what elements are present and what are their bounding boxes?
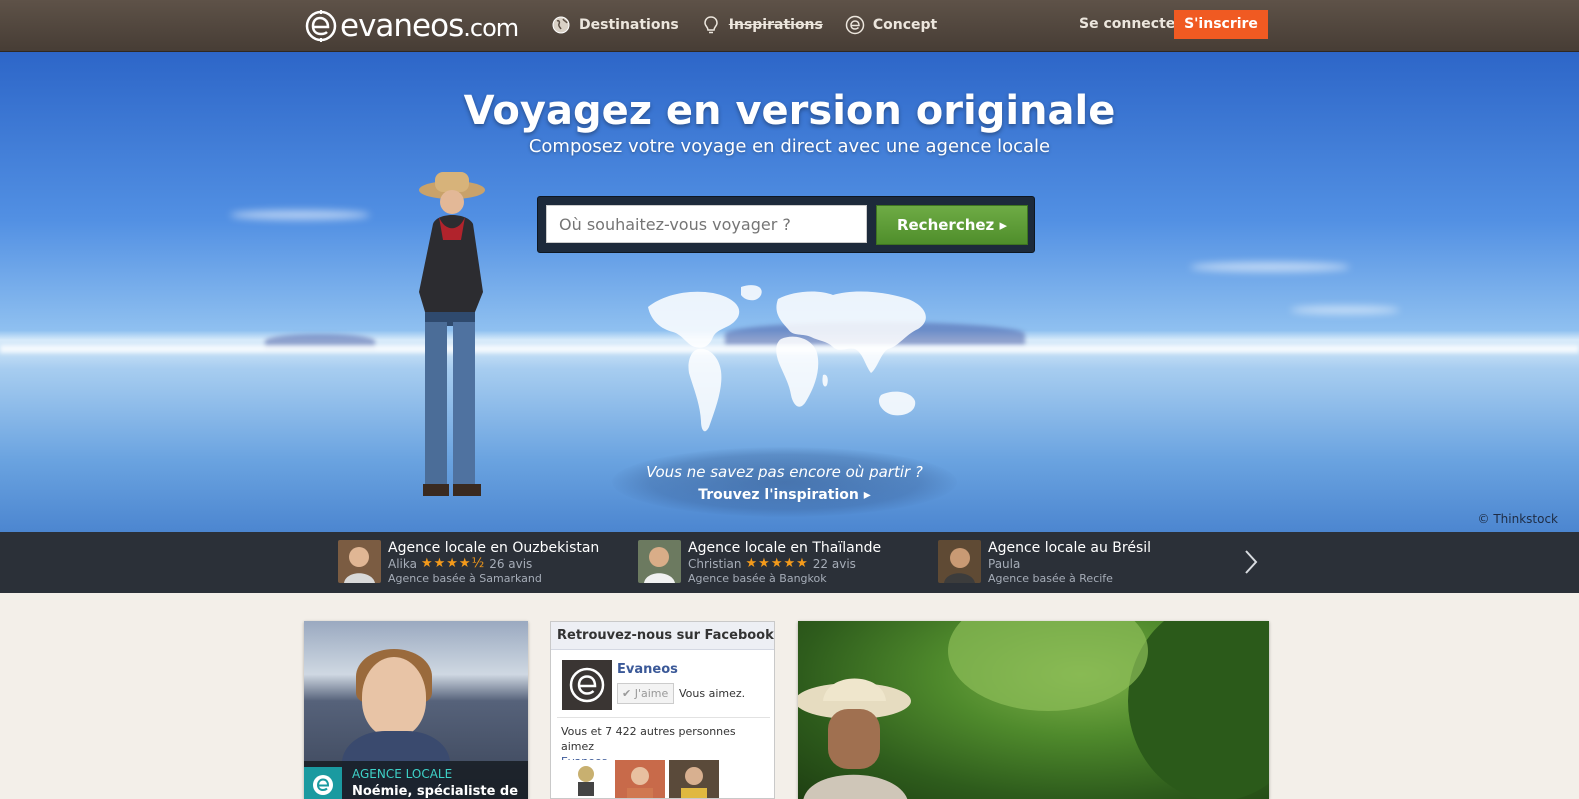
hero-title: Voyagez en version originale	[463, 88, 1116, 134]
search-box: Recherchez ▸	[537, 196, 1035, 253]
review-count: 26 avis	[489, 557, 533, 571]
avatar[interactable]	[669, 760, 719, 799]
farmer-photo	[798, 678, 911, 799]
facebook-widget-header: Retrouvez-nous sur Facebook	[551, 622, 774, 650]
agency-title: Agence locale au Brésil	[988, 540, 1152, 556]
nav-destinations-label: Destinations	[579, 17, 679, 33]
rating-stars-icon: ★★★★½	[420, 556, 486, 571]
agency-card[interactable]: Agence locale en Ouzbekistan Alika ★★★★½…	[338, 540, 599, 586]
evaneos-e-icon	[845, 15, 865, 35]
hero-cloud	[1290, 306, 1400, 314]
destination-photo-card[interactable]	[798, 621, 1269, 799]
agency-location: Agence basée à Recife	[988, 572, 1113, 585]
inspiration-question: Vous ne savez pas encore où partir ?	[646, 463, 923, 481]
agent-photo	[638, 540, 681, 583]
nav-concept[interactable]: Concept	[845, 15, 937, 35]
main-nav: Destinations Inspirations Concept	[551, 0, 937, 50]
agent-face	[362, 657, 426, 737]
destination-search-input[interactable]	[546, 205, 867, 243]
agent-name: Paula	[988, 557, 1021, 571]
foliage	[948, 621, 1148, 711]
facebook-fan-avatars	[561, 760, 719, 799]
chevron-right-icon[interactable]	[1240, 547, 1262, 577]
facebook-widget: Retrouvez-nous sur Facebook Evaneos ✔ J'…	[550, 621, 775, 799]
logo-text: evaneos.com	[340, 8, 519, 44]
nav-concept-label: Concept	[872, 17, 938, 33]
nav-inspirations[interactable]: Inspirations	[701, 15, 823, 35]
lightbulb-icon	[704, 16, 718, 34]
agency-location: Agence basée à Samarkand	[388, 572, 542, 585]
rating-stars-icon: ★★★★★	[745, 556, 809, 571]
agency-rating-row: Paula	[988, 556, 1151, 572]
local-agencies-strip: Agence locale en Ouzbekistan Alika ★★★★½…	[0, 532, 1579, 593]
agent-card-tag: AGENCE LOCALE	[352, 767, 453, 781]
hero-cloud	[1190, 262, 1350, 272]
agency-rating-row: Christian ★★★★★ 22 avis	[688, 556, 881, 572]
avatar[interactable]	[615, 760, 665, 799]
agency-rating-row: Alika ★★★★½ 26 avis	[388, 556, 599, 572]
hero-banner: Voyagez en version originale Composez vo…	[0, 52, 1579, 532]
facebook-like-button[interactable]: ✔ J'aime	[617, 683, 674, 704]
globe-icon	[552, 16, 570, 34]
top-navigation-bar: evaneos.com Destinations Inspirations Co…	[0, 0, 1579, 52]
search-button[interactable]: Recherchez ▸	[876, 205, 1028, 245]
hero-cloud	[230, 210, 370, 220]
divider	[557, 717, 770, 718]
hero-subtitle: Composez votre voyage en direct avec une…	[528, 136, 1051, 157]
agent-name: Alika	[388, 557, 417, 571]
inspiration-panel: Vous ne savez pas encore où partir ? Tro…	[612, 447, 957, 517]
agency-card[interactable]: Agence locale en Thaïlande Christian ★★★…	[638, 540, 881, 586]
evaneos-logo[interactable]: evaneos.com	[304, 6, 519, 46]
agency-card[interactable]: Agence locale au Brésil Paula Agence bas…	[938, 540, 1151, 586]
nav-destinations[interactable]: Destinations	[551, 15, 679, 35]
agent-card-name: Noémie, spécialiste de	[352, 784, 519, 799]
photo-credit: © Thinkstock	[1477, 512, 1558, 526]
local-agent-card[interactable]: AGENCE LOCALE Noémie, spécialiste de	[304, 621, 528, 799]
agency-title: Agence locale en Thaïlande	[688, 540, 882, 556]
review-count: 22 avis	[812, 557, 856, 571]
agency-title: Agence locale en Ouzbekistan	[388, 540, 600, 556]
evaneos-logo-icon	[305, 10, 337, 42]
nav-inspirations-label: Inspirations	[728, 17, 823, 33]
agent-photo	[938, 540, 981, 583]
facebook-you-like: Vous aimez.	[679, 687, 746, 700]
inspiration-link[interactable]: Trouvez l'inspiration ▸	[612, 487, 957, 503]
world-map-icon[interactable]	[643, 277, 933, 442]
agency-location: Agence basée à Bangkok	[688, 572, 827, 585]
facebook-like-count-text: Vous et 7 422 autres personnes aimez	[561, 725, 736, 753]
evaneos-e-icon	[304, 767, 342, 799]
login-link[interactable]: Se connecter	[1079, 16, 1182, 32]
agent-name: Christian	[688, 557, 742, 571]
traveler-photo	[419, 172, 485, 496]
signup-button[interactable]: S'inscrire	[1174, 10, 1268, 39]
evaneos-page-logo[interactable]	[562, 660, 612, 710]
avatar[interactable]	[561, 760, 611, 799]
foliage	[1128, 621, 1269, 799]
agent-photo	[338, 540, 381, 583]
facebook-page-name[interactable]: Evaneos	[617, 662, 678, 677]
